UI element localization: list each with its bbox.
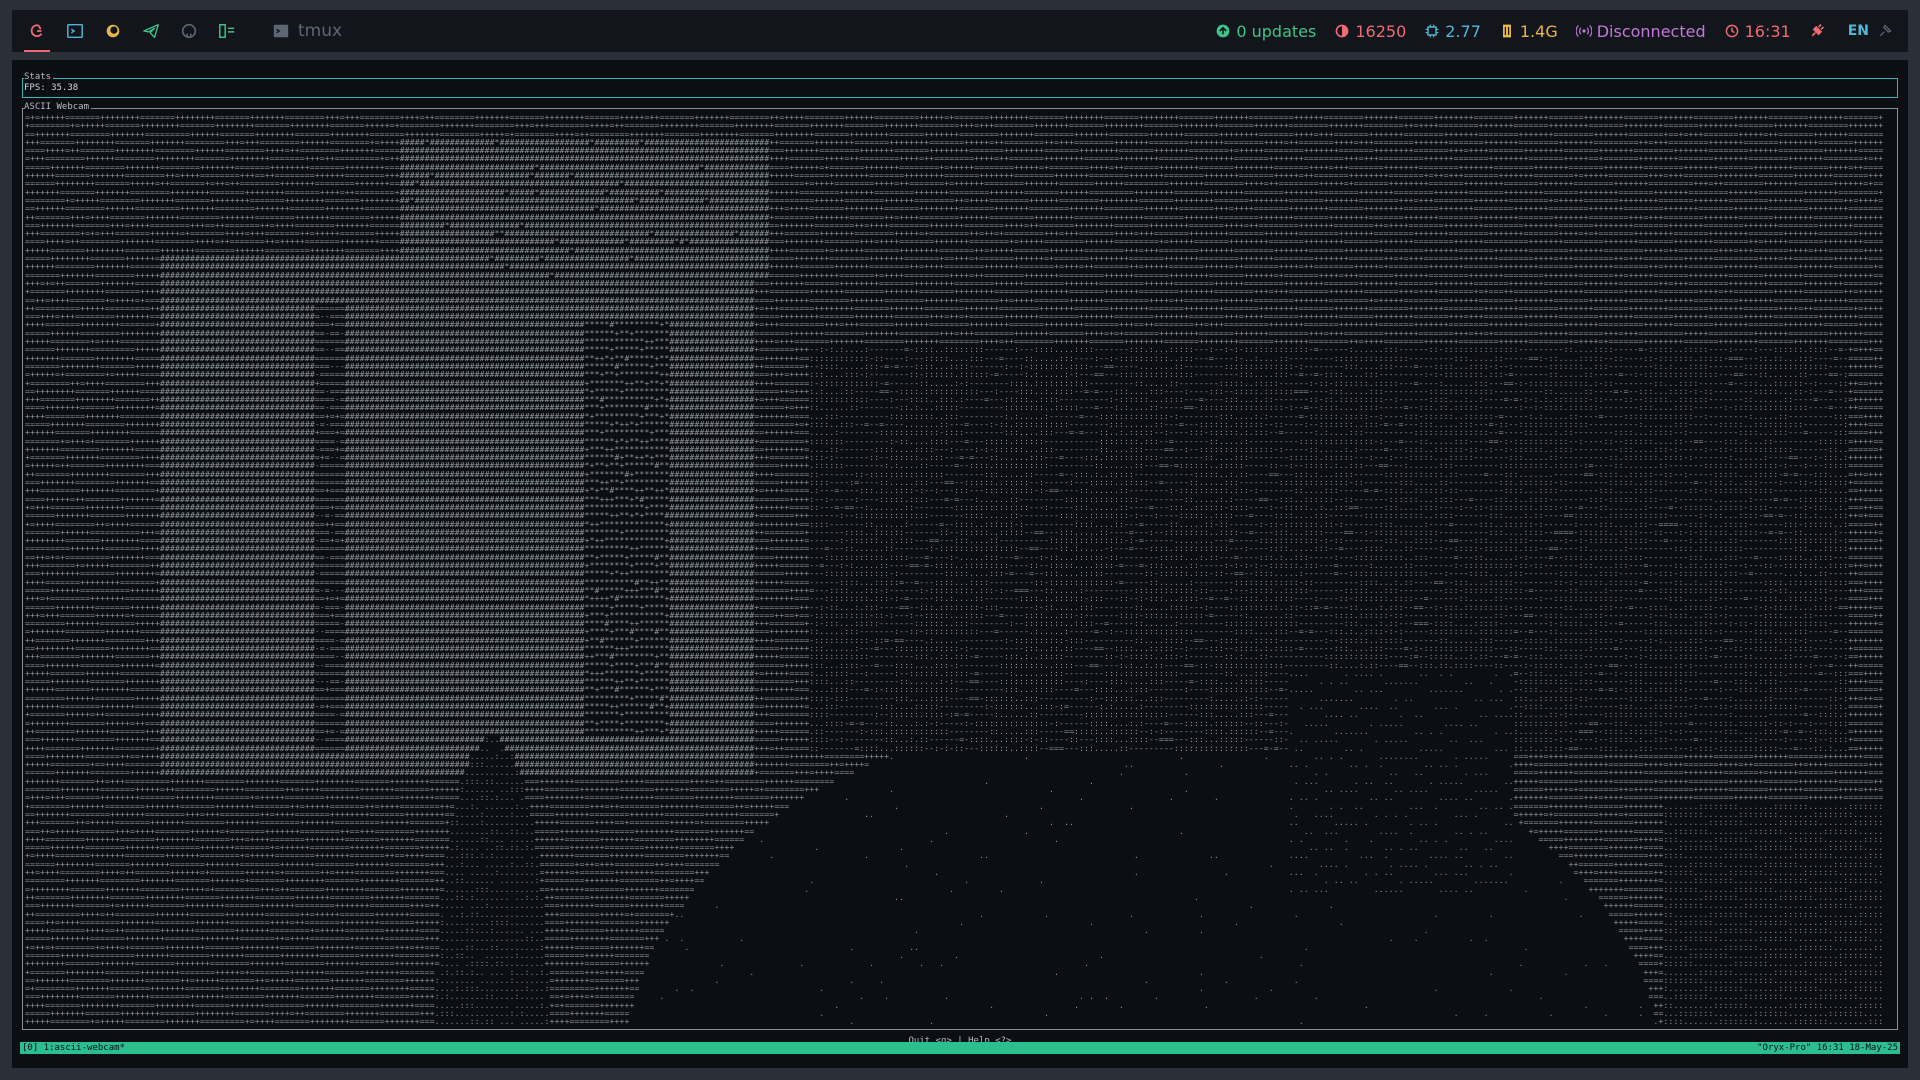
terminal-icon [67,23,83,39]
top-status-bar: tmux 0 updates 16250 2.77 1.4G Disconnec… [12,10,1908,52]
workspace-1-button[interactable] [18,10,56,52]
notifications-toggle[interactable] [1877,23,1898,39]
status-modules: 0 updates 16250 2.77 1.4G Disconnected 1… [1197,10,1908,52]
ascii-webcam-pane: ASCII Webcam =+=+++++=======++++++++====… [22,102,1898,1030]
debian-swirl-icon [30,24,43,37]
firefox-icon [106,24,120,38]
workspace-5-button[interactable] [170,10,208,52]
brightness-text: 16250 [1355,21,1407,41]
workspace-4-button[interactable] [132,10,170,52]
tmux-window-list[interactable]: [0] 1:ascii-webcam* [22,1042,125,1054]
fps-readout: FPS: 35.38 [24,83,79,93]
network-module[interactable]: Disconnected [1575,21,1706,41]
cpu-module[interactable]: 2.77 [1424,22,1481,41]
workspace-6-button[interactable] [208,10,246,52]
stats-pane: Stats FPS: 35.38 [22,72,1898,98]
github-icon [181,23,197,39]
telegram-icon [143,24,159,38]
workspace-3-button[interactable] [94,10,132,52]
active-window-title: tmux [272,21,342,41]
pin-icon [1879,24,1892,37]
updates-text: 0 updates [1236,21,1317,41]
power-module[interactable] [1809,23,1830,39]
clock-text: 16:31 [1744,21,1791,41]
updates-module[interactable]: 0 updates [1215,22,1316,41]
arrow-up-circle-icon [1216,24,1230,38]
workspace-2-button[interactable] [56,10,94,52]
tmux-status-line: [0] 1:ascii-webcam* "Oryx-Pro" 16:31 18-… [20,1042,1900,1054]
window-title-text: tmux [298,21,343,41]
wireless-signal-icon [1575,24,1592,38]
network-status-text: Disconnected [1596,21,1706,41]
clock-icon [1725,24,1738,38]
cpu-chip-icon [1425,24,1439,38]
memory-module[interactable]: 1.4G [1499,22,1558,41]
ascii-webcam-image: =+=+++++=======++++++++=======++++++++==… [25,113,1884,1025]
terminal-window[interactable]: Stats FPS: 35.38 ASCII Webcam =+=+++++==… [12,60,1908,1068]
brightness-module[interactable]: 16250 [1334,22,1406,41]
sidebar-layout-icon [219,23,235,39]
webcam-pane-title: ASCII Webcam [24,102,92,112]
power-plug-icon [1811,24,1824,37]
clock-module[interactable]: 16:31 [1724,22,1791,41]
terminal-window-icon [273,24,289,38]
workspace-switcher [12,10,246,52]
memory-icon [1502,24,1511,38]
memory-text: 1.4G [1519,21,1558,41]
half-circle-icon [1335,24,1349,38]
tmux-host-clock: "Oryx-Pro" 16:31 18-May-25 [1757,1043,1898,1053]
keyboard-layout-indicator[interactable]: EN [1848,23,1869,39]
stats-pane-title: Stats [24,72,54,82]
cpu-load-text: 2.77 [1445,21,1481,41]
